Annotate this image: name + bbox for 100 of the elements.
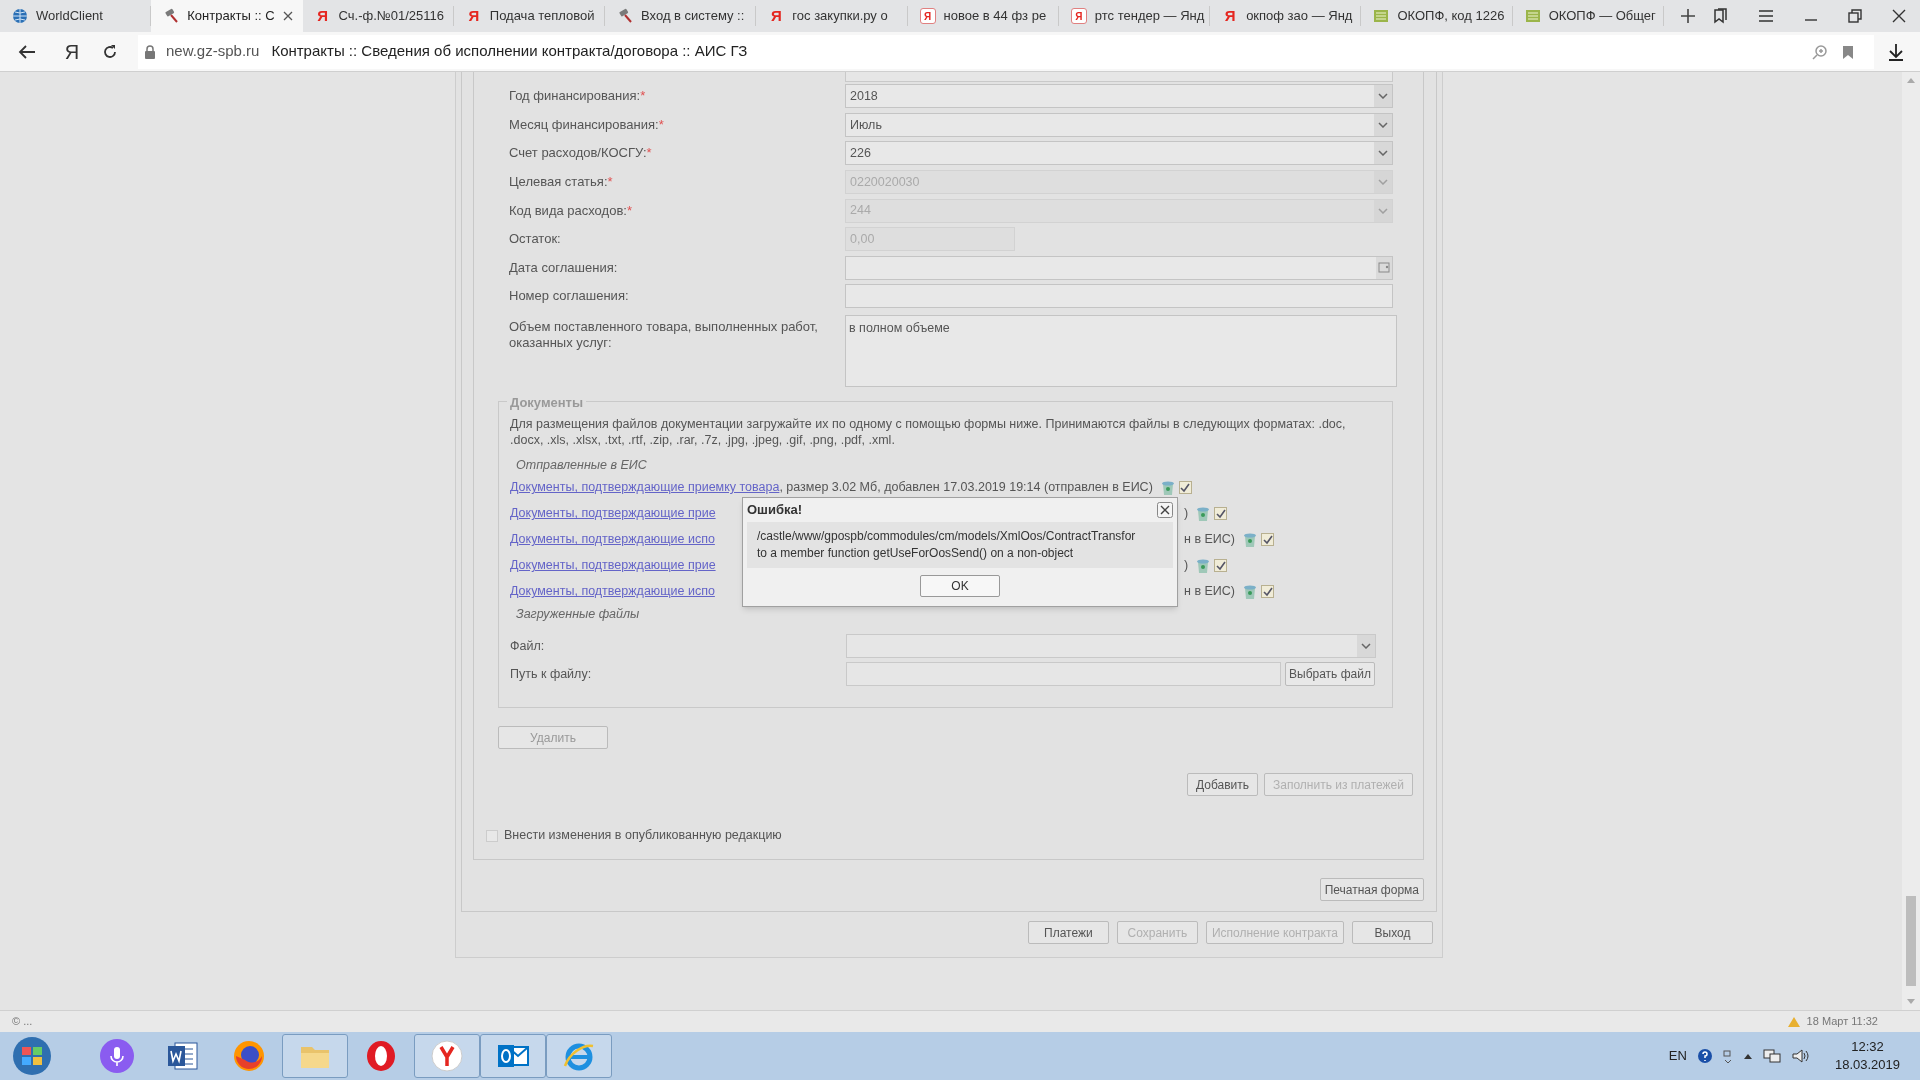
yandex-icon: Я (919, 8, 936, 24)
url-domain: new.gz-spb.ru (166, 41, 260, 62)
lock-icon (144, 44, 156, 59)
checkbox-label: Внести изменения в опубликованную редакцию (504, 827, 782, 845)
error-message: to a member function getUseForOosSend() on a non-object (757, 545, 1075, 562)
new-tab-icon[interactable] (1679, 8, 1696, 24)
zoom-icon[interactable] (1812, 43, 1828, 60)
document-link[interactable]: Документы, подтверждающие испо (510, 582, 742, 601)
footer-button[interactable]: Выход (1352, 921, 1433, 944)
close-icon[interactable] (1157, 502, 1173, 518)
back-icon[interactable] (18, 43, 36, 60)
print-form-button[interactable]: Печатная форма (1319, 878, 1424, 901)
dialog-title: Ошибка! (747, 501, 803, 520)
section-heading: Загруженные файлы (516, 605, 641, 623)
browser-tab[interactable]: Я гос закупки.ру о (756, 6, 908, 26)
internet-explorer-icon[interactable] (546, 1034, 612, 1078)
field-label: Дата соглашения: (509, 259, 619, 276)
chevron-icon (1378, 93, 1388, 100)
volume-icon[interactable] (1790, 1048, 1809, 1064)
yandex-icon: Я (1222, 6, 1239, 26)
browser-tab[interactable]: Я Сч.-ф.№01/25116 (302, 6, 454, 26)
hammer-icon (163, 8, 180, 24)
language-indicator[interactable]: EN (1668, 1046, 1687, 1066)
document-link[interactable]: Документы, подтверждающие прие (510, 556, 742, 575)
input-field[interactable] (845, 255, 1393, 280)
tab-label: Контракты :: С (187, 7, 275, 26)
field-label: Счет расходов/КОСГУ:* (509, 145, 653, 162)
chevron-icon (1361, 643, 1371, 650)
field-label: Файл: (510, 637, 546, 655)
document-link[interactable]: Документы, подтверждающие прие (510, 504, 742, 523)
browser-tab[interactable]: ОКОПФ — Общег (1512, 6, 1664, 26)
select-field[interactable]: Июль (845, 112, 1393, 137)
help-icon[interactable] (1696, 1048, 1713, 1064)
ok-button[interactable]: OK (920, 575, 1000, 597)
footer-button[interactable]: Платежи (1027, 921, 1109, 944)
tray-expand-icon[interactable] (1742, 1052, 1753, 1060)
warning-icon (1786, 1015, 1801, 1028)
field-label: Целевая статья:* (509, 174, 614, 191)
error-message: /castle/www/gpospb/commodules/cm/models/XmlOos/ContractTransfor (757, 528, 1137, 545)
browser-tab[interactable]: Я окпоф зао — Янд (1210, 6, 1362, 26)
close-icon[interactable] (1892, 9, 1906, 23)
scroll-thumb[interactable] (1906, 896, 1916, 986)
checkbox[interactable] (1214, 507, 1228, 520)
globe-icon (12, 8, 28, 24)
yandex-home-button[interactable]: Я (62, 36, 82, 67)
select-field[interactable]: 2018 (845, 84, 1393, 109)
clock-time: 12:32 (1851, 1038, 1884, 1056)
field-label: Остаток: (509, 231, 562, 248)
checkbox[interactable] (1261, 585, 1274, 598)
clock-date: 18.03.2019 (1834, 1056, 1900, 1074)
document-link[interactable]: Документы, подтверждающие испо (510, 530, 742, 549)
start-button[interactable] (10, 1034, 54, 1078)
checkbox[interactable] (1214, 559, 1228, 572)
file-details: ) (1184, 505, 1189, 523)
yandex-browser-icon[interactable] (414, 1034, 480, 1078)
instructions-text: Для размещения файлов документации загружайте их по одному с помощью формы ниже. Принимаются файлы в следующих форматах: .doc, .docx, .xls, .xlsx, .txt, .rtf, .zip, .rar, .7z, .jpg, .jpeg, .gif, .png, .pdf, .xml. (510, 415, 1347, 448)
section-heading: Отправленные в ЕИС (516, 456, 648, 474)
chevron-icon (1378, 121, 1388, 128)
checkbox[interactable] (1261, 533, 1274, 546)
field-label: Код вида расходов:* (509, 202, 633, 219)
yandex-icon: Я (768, 6, 785, 26)
spreadsheet-icon (1373, 8, 1390, 24)
close-icon[interactable] (282, 11, 293, 21)
hammer-icon (617, 8, 634, 24)
page-title: Контракты :: Сведения об исполнении контракта/договора :: АИС ГЗ (271, 41, 748, 62)
chevron-icon (1378, 179, 1388, 186)
yandex-icon: Я (314, 6, 331, 26)
chevron-icon (1378, 207, 1388, 214)
browser-tab[interactable]: Я новое в 44 фз ре (907, 6, 1059, 26)
bookmark-icon[interactable] (1842, 44, 1854, 59)
network-icon[interactable] (1762, 1048, 1781, 1064)
action-button[interactable]: Добавить (1186, 773, 1258, 797)
yandex-icon: Я (465, 6, 482, 26)
input-field[interactable] (846, 662, 1281, 687)
reload-icon[interactable] (102, 43, 118, 60)
field-label: Путь к файлу: (510, 665, 593, 683)
file-details: н в ЕИС) (1184, 531, 1235, 549)
checkbox[interactable] (486, 829, 498, 842)
menu-icon[interactable] (1758, 9, 1774, 23)
scrollbar[interactable] (1902, 72, 1920, 1010)
checkbox[interactable] (1178, 481, 1192, 494)
field-label: Объем поставленного товара, выполненных работ, оказанных услуг: (509, 317, 819, 352)
outlook-icon[interactable] (480, 1034, 546, 1078)
text-area[interactable]: в полном объеме (845, 314, 1397, 387)
download-icon[interactable] (1888, 42, 1904, 61)
input-field[interactable] (845, 284, 1393, 309)
bookmarks-icon[interactable] (1712, 8, 1728, 24)
file-details: ) (1184, 557, 1189, 575)
browser-tab[interactable]: Я ртс тендер — Янд (1058, 6, 1211, 26)
browser-tab[interactable]: Контракты :: С (151, 0, 303, 32)
browser-tab[interactable]: ОКОПФ, код 1226 (1361, 6, 1513, 26)
select-field[interactable]: 226 (845, 141, 1393, 166)
browser-tab[interactable]: Вход в систему :: (605, 6, 757, 26)
select-field[interactable] (846, 634, 1376, 659)
browser-tab[interactable]: Я Подача тепловой (453, 6, 606, 26)
select-field[interactable] (845, 72, 1393, 82)
file-details: , размер 3.02 Мб, добавлен 17.03.2019 19:14 (отправлен в ЕИС) (779, 479, 1153, 497)
status-date: 18 Март 11:32 (1806, 1014, 1878, 1030)
choose-file-button[interactable]: Выбрать файл (1285, 662, 1375, 687)
file-details: н в ЕИС) (1184, 583, 1235, 601)
